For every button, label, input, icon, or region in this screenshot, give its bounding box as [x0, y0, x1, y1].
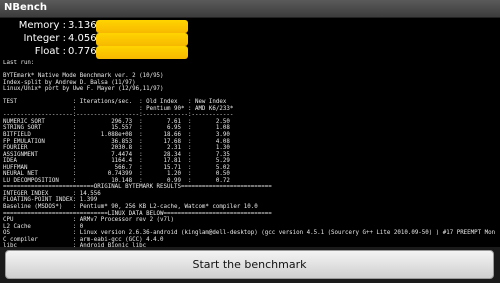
memory-label: Memory :	[18, 20, 66, 31]
integer-value: 4.056	[68, 33, 97, 44]
integer-label: Integer :	[23, 33, 66, 44]
bottom-action-bar: Start the benchmark	[0, 247, 500, 283]
start-benchmark-button[interactable]: Start the benchmark	[5, 250, 494, 279]
app-title: NBench	[4, 2, 47, 13]
app-title-bar: NBench	[0, 0, 500, 18]
float-score-bar	[96, 46, 188, 59]
log-line: OS : Linux version 2.6.36-android (kingl…	[3, 230, 496, 237]
integer-score-row: Integer : 4.056	[0, 32, 200, 46]
memory-score-row: Memory : 3.136	[0, 19, 200, 33]
float-score-row: Float : 0.776	[0, 45, 200, 59]
float-label: Float :	[34, 46, 66, 57]
float-value: 0.776	[68, 46, 97, 57]
benchmark-log[interactable]: Last run: BYTEmark* Native Mode Benchmark…	[3, 60, 497, 248]
memory-value: 3.136	[68, 20, 97, 31]
